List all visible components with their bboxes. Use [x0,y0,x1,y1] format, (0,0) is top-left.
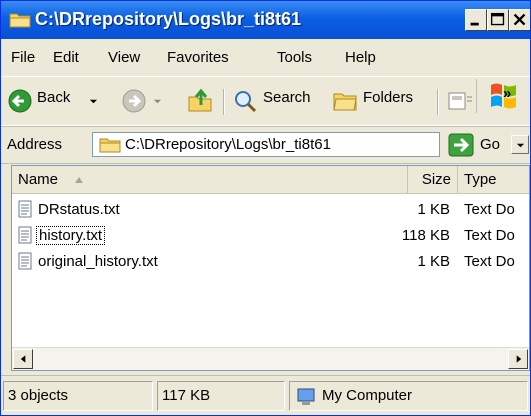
column-header-name[interactable]: Name [12,166,408,193]
column-name-label: Name [18,171,59,188]
status-zone-label: My Computer [322,387,413,404]
folders-label: Folders [363,89,414,106]
file-size: 1 KB [417,201,450,218]
column-type-label: Type [464,171,497,188]
chevron-down-icon [89,99,98,104]
menu-bar: File Edit View Favorites Tools Help [1,39,530,113]
menu-tools[interactable]: Tools [277,49,312,66]
address-input[interactable]: C:\DRrepository\Logs\br_ti8t61 [92,132,529,157]
file-size: 1 KB [417,253,450,270]
forward-arrow-icon [122,89,146,113]
back-label: Back [37,89,71,106]
column-header-type[interactable]: Type [458,166,529,193]
column-header-size[interactable]: Size [408,166,458,193]
chevron-down-icon [153,99,162,104]
computer-icon [297,388,315,405]
menu-help[interactable]: Help [345,49,376,66]
minimize-button[interactable] [465,9,487,31]
file-type: Text Do [464,253,515,270]
folders-button[interactable]: Folders [331,85,431,117]
go-label: Go [480,136,501,153]
toolbar-separator [437,89,439,115]
address-label: Address [7,136,63,153]
maximize-button[interactable] [487,9,509,31]
folders-icon [333,93,357,111]
file-name: DRstatus.txt [38,201,120,218]
file-type: Text Do [464,201,515,218]
column-size-label: Size [421,171,451,188]
folder-icon [99,138,121,153]
search-icon [235,91,257,113]
status-bar: 3 objects 117 KB My Computer [1,375,530,415]
window-title: C:\DRrepository\Logs\br_ti8t61 [35,9,302,29]
menu-view[interactable]: View [108,49,140,66]
file-list: Name Size Type DRstatus.txt 1 KB Text Do… [11,165,530,371]
status-object-count: 3 objects [3,381,153,411]
table-row[interactable]: DRstatus.txt 1 KB Text Do [12,198,529,224]
go-arrow-icon [448,133,474,157]
title-bar[interactable]: C:\DRrepository\Logs\br_ti8t61 [1,1,530,39]
text-file-icon [18,226,32,244]
text-file-icon [18,252,32,270]
scroll-right-button[interactable] [508,349,528,369]
scroll-left-button[interactable] [13,349,33,369]
go-button[interactable]: Go [446,133,516,157]
table-row[interactable]: original_history.txt 1 KB Text Do [12,250,529,276]
file-name: history.txt [36,226,106,245]
standard-toolbar: Back Search Folders » [1,77,530,126]
status-size: 117 KB [157,381,285,411]
search-button[interactable]: Search [231,85,325,117]
chevron-left-icon [20,355,26,363]
status-zone: My Computer [289,381,528,411]
close-icon [513,13,526,26]
text-file-icon [18,200,32,218]
chevron-right-icon [516,355,522,363]
folder-icon [9,13,31,28]
address-value: C:\DRrepository\Logs\br_ti8t61 [125,136,331,153]
close-button[interactable] [509,9,530,31]
views-icon[interactable] [447,89,473,113]
chevron-down-icon [516,143,525,148]
toolbar-separator [223,89,225,115]
explorer-window: C:\DRrepository\Logs\br_ti8t61 File Edit… [0,0,531,416]
list-header: Name Size Type [12,166,529,194]
horizontal-scrollbar[interactable] [12,347,529,370]
forward-button[interactable] [119,85,169,117]
back-arrow-icon [8,89,32,113]
file-type: Text Do [464,227,515,244]
maximize-icon [490,12,505,26]
up-folder-icon[interactable] [187,87,213,113]
menu-favorites[interactable]: Favorites [167,49,229,66]
search-label: Search [263,89,311,106]
back-button[interactable]: Back [5,85,113,117]
table-row[interactable]: history.txt 118 KB Text Do [12,224,529,250]
menu-edit[interactable]: Edit [53,49,79,66]
minimize-icon [470,22,479,26]
sort-ascending-icon [75,177,83,183]
file-name: original_history.txt [38,253,158,270]
address-bar: Address C:\DRrepository\Logs\br_ti8t61 G… [1,126,530,164]
menu-file[interactable]: File [11,49,35,66]
file-size: 118 KB [401,227,450,244]
toolbar-overflow-button[interactable]: » [503,85,511,102]
